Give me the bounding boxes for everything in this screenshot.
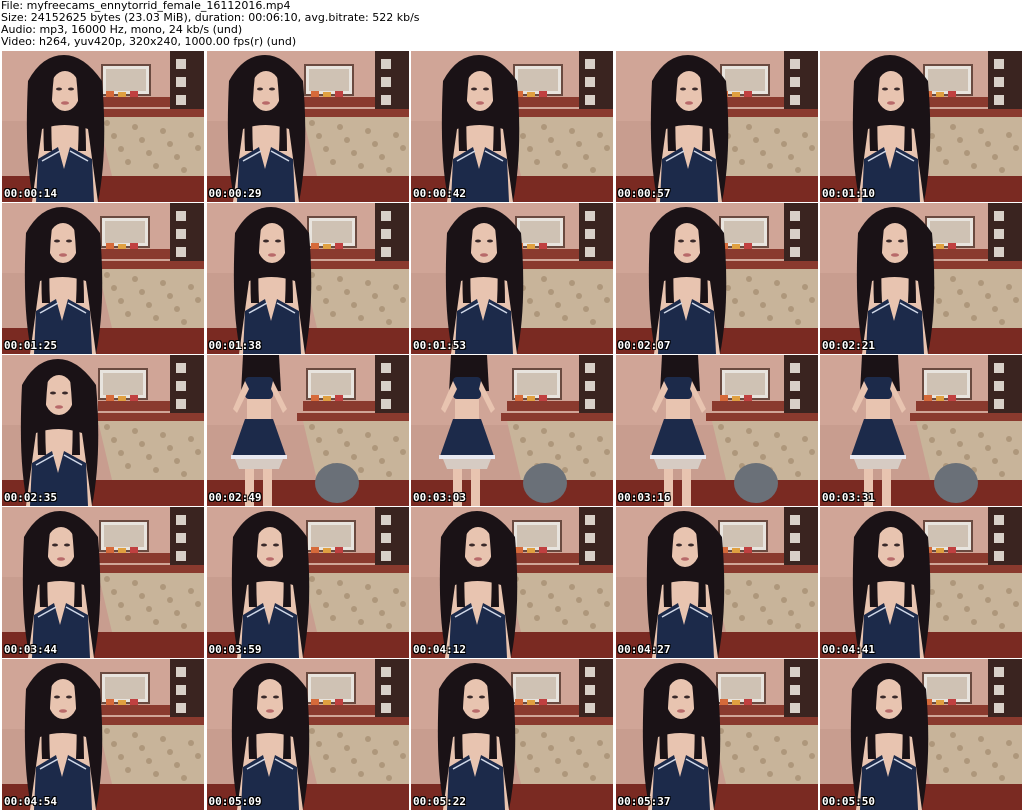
thumbnail-frame-image <box>411 507 613 658</box>
thumbnail-timestamp: 00:03:31 <box>822 491 875 504</box>
video-thumbnail: 00:03:03 <box>411 355 613 506</box>
thumbnail-timestamp: 00:00:57 <box>617 187 671 200</box>
video-thumbnail: 00:03:59 <box>206 507 409 658</box>
video-info-line: Video: h264, yuv420p, 320x240, 1000.00 f… <box>1 35 297 48</box>
thumbnail-frame-image <box>615 507 818 658</box>
thumbnail-frame-image <box>2 355 204 506</box>
thumbnail-frame-image <box>615 659 818 810</box>
video-thumbnail: 00:01:38 <box>206 203 409 354</box>
video-thumbnail: 00:03:44 <box>2 507 204 658</box>
thumbnail-timestamp: 00:00:14 <box>4 187 57 200</box>
video-thumbnail: 00:01:25 <box>2 203 204 354</box>
thumbnail-timestamp: 00:01:25 <box>4 339 57 352</box>
thumbnail-timestamp: 00:01:53 <box>413 339 466 352</box>
video-thumbnail: 00:02:07 <box>615 203 818 354</box>
thumbnail-grid: 00:00:14 00:00:29 00:00:42 00:00:57 00:01:10… <box>2 51 1022 810</box>
thumbnail-frame-image <box>206 51 409 202</box>
video-thumbnail: 00:04:54 <box>2 659 204 810</box>
thumbnail-frame-image <box>2 507 204 658</box>
video-thumbnail: 00:00:29 <box>206 51 409 202</box>
video-thumbnail: 00:03:16 <box>615 355 818 506</box>
video-thumbnail: 00:02:21 <box>820 203 1022 354</box>
thumbnail-frame-image <box>2 659 204 810</box>
thumbnail-timestamp: 00:05:50 <box>822 795 875 808</box>
video-thumbnail: 00:01:53 <box>411 203 613 354</box>
thumbnail-frame-image <box>411 203 613 354</box>
video-thumbnail: 00:05:22 <box>411 659 613 810</box>
thumbnail-timestamp: 00:03:59 <box>208 643 262 656</box>
video-thumbnail: 00:04:27 <box>615 507 818 658</box>
thumbnail-frame-image <box>411 355 613 506</box>
thumbnail-frame-image <box>206 203 409 354</box>
thumbnail-timestamp: 00:02:07 <box>617 339 671 352</box>
thumbnail-frame-image <box>820 51 1022 202</box>
thumbnail-timestamp: 00:00:42 <box>413 187 466 200</box>
thumbnail-frame-image <box>2 203 204 354</box>
thumbnail-timestamp: 00:03:03 <box>413 491 466 504</box>
thumbnail-timestamp: 00:05:37 <box>617 795 671 808</box>
video-thumbnail: 00:00:14 <box>2 51 204 202</box>
thumbnail-frame-image <box>206 659 409 810</box>
thumbnail-frame-image <box>820 355 1022 506</box>
thumbnail-frame-image <box>615 355 818 506</box>
video-thumbnail: 00:02:35 <box>2 355 204 506</box>
thumbnail-timestamp: 00:05:22 <box>413 795 466 808</box>
video-thumbnail: 00:04:41 <box>820 507 1022 658</box>
thumbnail-timestamp: 00:02:35 <box>4 491 57 504</box>
thumbnail-frame-image <box>411 659 613 810</box>
thumbnail-timestamp: 00:01:38 <box>208 339 262 352</box>
thumbnail-timestamp: 00:02:49 <box>208 491 262 504</box>
video-thumbnail: 00:03:31 <box>820 355 1022 506</box>
thumbnail-timestamp: 00:00:29 <box>208 187 262 200</box>
thumbnail-frame-image <box>206 355 409 506</box>
video-thumbnail: 00:04:12 <box>411 507 613 658</box>
thumbnail-frame-image <box>820 659 1022 810</box>
thumbnail-timestamp: 00:01:10 <box>822 187 875 200</box>
video-thumbnail: 00:05:09 <box>206 659 409 810</box>
video-thumbnail: 00:01:10 <box>820 51 1022 202</box>
thumbnail-timestamp: 00:05:09 <box>208 795 262 808</box>
video-thumbnail: 00:05:37 <box>615 659 818 810</box>
video-thumbnail: 00:00:57 <box>615 51 818 202</box>
thumbnail-frame-image <box>411 51 613 202</box>
thumbnail-timestamp: 00:04:41 <box>822 643 875 656</box>
thumbnail-frame-image <box>820 507 1022 658</box>
file-info-header: File: myfreecams_ennytorrid_female_16112… <box>1 0 1021 50</box>
video-thumbnail: 00:05:50 <box>820 659 1022 810</box>
video-thumbnail: 00:00:42 <box>411 51 613 202</box>
thumbnail-frame-image <box>820 203 1022 354</box>
thumbnail-timestamp: 00:04:27 <box>617 643 671 656</box>
thumbnail-frame-image <box>206 507 409 658</box>
thumbnail-timestamp: 00:02:21 <box>822 339 875 352</box>
thumbnail-timestamp: 00:04:54 <box>4 795 57 808</box>
thumbnail-timestamp: 00:03:16 <box>617 491 671 504</box>
thumbnail-frame-image <box>615 203 818 354</box>
thumbnail-frame-image <box>2 51 204 202</box>
thumbnail-timestamp: 00:03:44 <box>4 643 57 656</box>
thumbnail-frame-image <box>615 51 818 202</box>
video-thumbnail: 00:02:49 <box>206 355 409 506</box>
thumbnail-timestamp: 00:04:12 <box>413 643 466 656</box>
